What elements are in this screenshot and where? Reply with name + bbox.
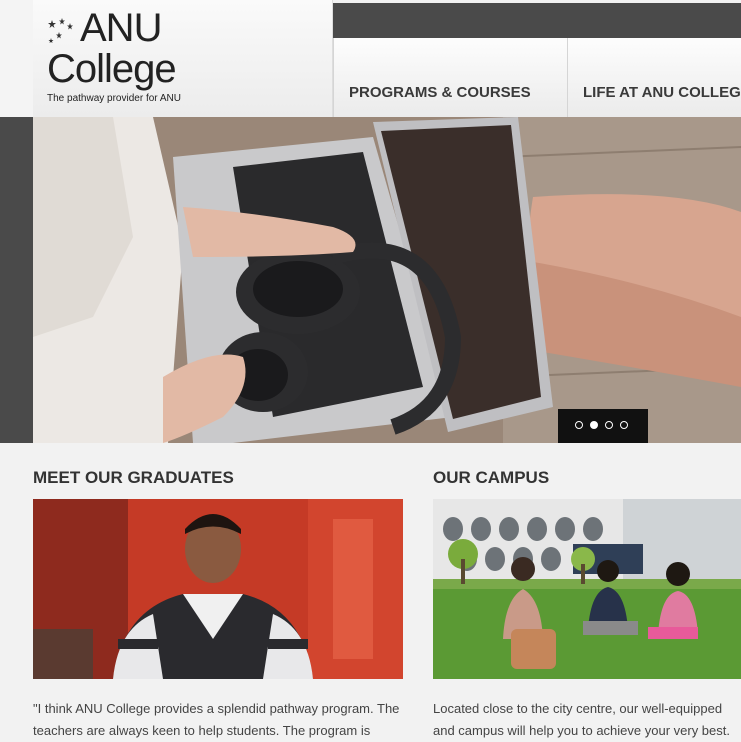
site-header: ANU College The pathway provider for ANU… [0, 0, 741, 117]
graduates-quote: "I think ANU College provides a splendid… [33, 701, 400, 738]
logo-title: ANU [80, 6, 162, 50]
anu-college-logo[interactable]: ANU College The pathway provider for ANU [33, 0, 333, 117]
campus-description: Located close to the city centre, our we… [433, 701, 730, 738]
stars-icon [48, 18, 73, 43]
nav-label: PROGRAMS & COURSES [349, 84, 531, 101]
campus-photo[interactable] [433, 499, 741, 679]
slider-dot-1[interactable] [575, 421, 583, 429]
hero-slider[interactable] [33, 117, 741, 443]
hero-image [33, 117, 741, 443]
nav-label: LIFE AT ANU COLLEGE [583, 84, 741, 101]
graduate-image [33, 499, 403, 679]
slider-pagination [558, 409, 648, 443]
logo-subtitle: College [47, 47, 177, 91]
slider-dot-4[interactable] [620, 421, 628, 429]
graduates-title: MEET OUR GRADUATES [33, 468, 234, 487]
logo-tagline: The pathway provider for ANU [47, 93, 181, 104]
nav-programs-courses[interactable]: PROGRAMS & COURSES [333, 38, 568, 117]
graduate-photo[interactable] [33, 499, 403, 679]
slider-dot-3[interactable] [605, 421, 613, 429]
slider-dot-2[interactable] [590, 421, 598, 429]
campus-title: OUR CAMPUS [433, 468, 550, 487]
top-dark-bar [333, 3, 741, 38]
nav-life-at-anu-college[interactable]: LIFE AT ANU COLLEGE [567, 38, 741, 117]
campus-image [433, 499, 741, 679]
